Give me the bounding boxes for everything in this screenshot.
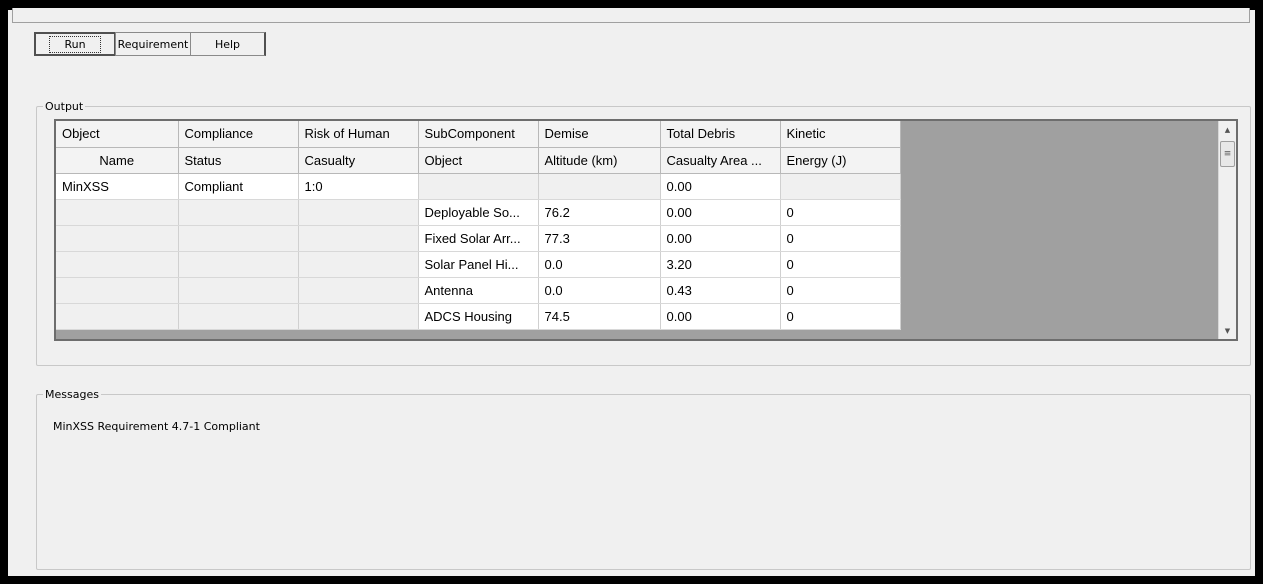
- table-cell[interactable]: 0: [780, 199, 901, 226]
- table-cell[interactable]: [56, 303, 179, 330]
- column-header[interactable]: Status: [178, 147, 299, 174]
- table-cell[interactable]: [298, 225, 419, 252]
- table-cell[interactable]: [56, 225, 179, 252]
- scroll-down-arrow-icon[interactable]: ▼: [1219, 322, 1236, 339]
- table-cell[interactable]: 77.3: [538, 225, 661, 252]
- table-cell[interactable]: 3.20: [660, 251, 781, 278]
- table-cell[interactable]: ADCS Housing: [418, 303, 539, 330]
- table-row[interactable]: Antenna 0.0 0.43 0: [56, 277, 901, 304]
- table-cell[interactable]: [538, 173, 661, 200]
- requirement-button[interactable]: Requirement: [115, 32, 191, 56]
- table-cell[interactable]: 0: [780, 225, 901, 252]
- table-row[interactable]: MinXSS Compliant 1:0 0.00: [56, 173, 901, 200]
- table-cell[interactable]: 0.43: [660, 277, 781, 304]
- output-table: Object Compliance Risk of Human SubComponen…: [56, 121, 901, 330]
- table-cell[interactable]: [178, 277, 299, 304]
- table-cell[interactable]: [298, 251, 419, 278]
- table-cell[interactable]: 0.0: [538, 277, 661, 304]
- table-cell[interactable]: Deployable So...: [418, 199, 539, 226]
- table-cell[interactable]: 1:0: [298, 173, 419, 200]
- column-header[interactable]: Demise: [538, 121, 661, 148]
- column-header[interactable]: Name: [56, 147, 179, 174]
- table-row[interactable]: Deployable So... 76.2 0.00 0: [56, 199, 901, 226]
- table-cell[interactable]: Fixed Solar Arr...: [418, 225, 539, 252]
- table-cell[interactable]: [418, 173, 539, 200]
- help-button[interactable]: Help: [190, 32, 266, 56]
- table-cell[interactable]: [298, 277, 419, 304]
- output-group-title: Output: [43, 100, 86, 113]
- table-cell[interactable]: 0: [780, 277, 901, 304]
- table-row[interactable]: Fixed Solar Arr... 77.3 0.00 0: [56, 225, 901, 252]
- messages-group-title: Messages: [43, 388, 101, 401]
- table-cell[interactable]: [298, 303, 419, 330]
- column-header[interactable]: Risk of Human: [298, 121, 419, 148]
- table-cell[interactable]: [178, 199, 299, 226]
- column-header[interactable]: Compliance: [178, 121, 299, 148]
- toolbar: Run Requirement Help: [34, 32, 266, 58]
- table-cell[interactable]: [56, 199, 179, 226]
- run-button-label: Run: [49, 35, 101, 53]
- application-window: Run Requirement Help Output Object Compli…: [0, 0, 1263, 584]
- column-header[interactable]: Total Debris: [660, 121, 781, 148]
- table-cell[interactable]: [56, 277, 179, 304]
- table-cell[interactable]: 0.00: [660, 173, 781, 200]
- table-row[interactable]: ADCS Housing 74.5 0.00 0: [56, 303, 901, 330]
- table-cell[interactable]: MinXSS: [56, 173, 179, 200]
- table-cell[interactable]: Compliant: [178, 173, 299, 200]
- table-cell[interactable]: [178, 225, 299, 252]
- table-cell[interactable]: [178, 303, 299, 330]
- column-header[interactable]: Object: [418, 147, 539, 174]
- column-header[interactable]: Altitude (km): [538, 147, 661, 174]
- run-button[interactable]: Run: [34, 32, 116, 56]
- vertical-scrollbar[interactable]: ▲ ≡ ▼: [1218, 121, 1236, 339]
- output-group: Output Object Compliance Risk of Human SubC…: [36, 100, 1251, 366]
- table-row[interactable]: Solar Panel Hi... 0.0 3.20 0: [56, 251, 901, 278]
- table-cell[interactable]: 0: [780, 303, 901, 330]
- scroll-up-arrow-icon[interactable]: ▲: [1219, 121, 1236, 138]
- column-header[interactable]: Energy (J): [780, 147, 901, 174]
- column-header[interactable]: Casualty: [298, 147, 419, 174]
- table-cell[interactable]: 0.0: [538, 251, 661, 278]
- table-cell[interactable]: [298, 199, 419, 226]
- table-cell[interactable]: Solar Panel Hi...: [418, 251, 539, 278]
- table-cell[interactable]: Antenna: [418, 277, 539, 304]
- output-grid[interactable]: Object Compliance Risk of Human SubComponen…: [54, 119, 1238, 341]
- message-text: MinXSS Requirement 4.7-1 Compliant: [53, 420, 260, 433]
- header-row: Object Compliance Risk of Human SubComponen…: [56, 121, 901, 148]
- column-header[interactable]: SubComponent: [418, 121, 539, 148]
- table-cell[interactable]: 76.2: [538, 199, 661, 226]
- column-header[interactable]: Object: [56, 121, 179, 148]
- top-panel: [12, 8, 1250, 23]
- column-header[interactable]: Casualty Area ...: [660, 147, 781, 174]
- table-cell[interactable]: 0.00: [660, 225, 781, 252]
- scroll-thumb[interactable]: ≡: [1220, 141, 1235, 167]
- table-cell[interactable]: 0: [780, 251, 901, 278]
- table-cell[interactable]: 74.5: [538, 303, 661, 330]
- table-cell[interactable]: [178, 251, 299, 278]
- table-cell[interactable]: [56, 251, 179, 278]
- table-cell[interactable]: 0.00: [660, 199, 781, 226]
- table-cell[interactable]: [780, 173, 901, 200]
- table-cell[interactable]: 0.00: [660, 303, 781, 330]
- column-header[interactable]: Kinetic: [780, 121, 901, 148]
- header-row: Name Status Casualty Object Altitude (km) Cas…: [56, 147, 901, 174]
- messages-group: Messages MinXSS Requirement 4.7-1 Compli…: [36, 388, 1251, 570]
